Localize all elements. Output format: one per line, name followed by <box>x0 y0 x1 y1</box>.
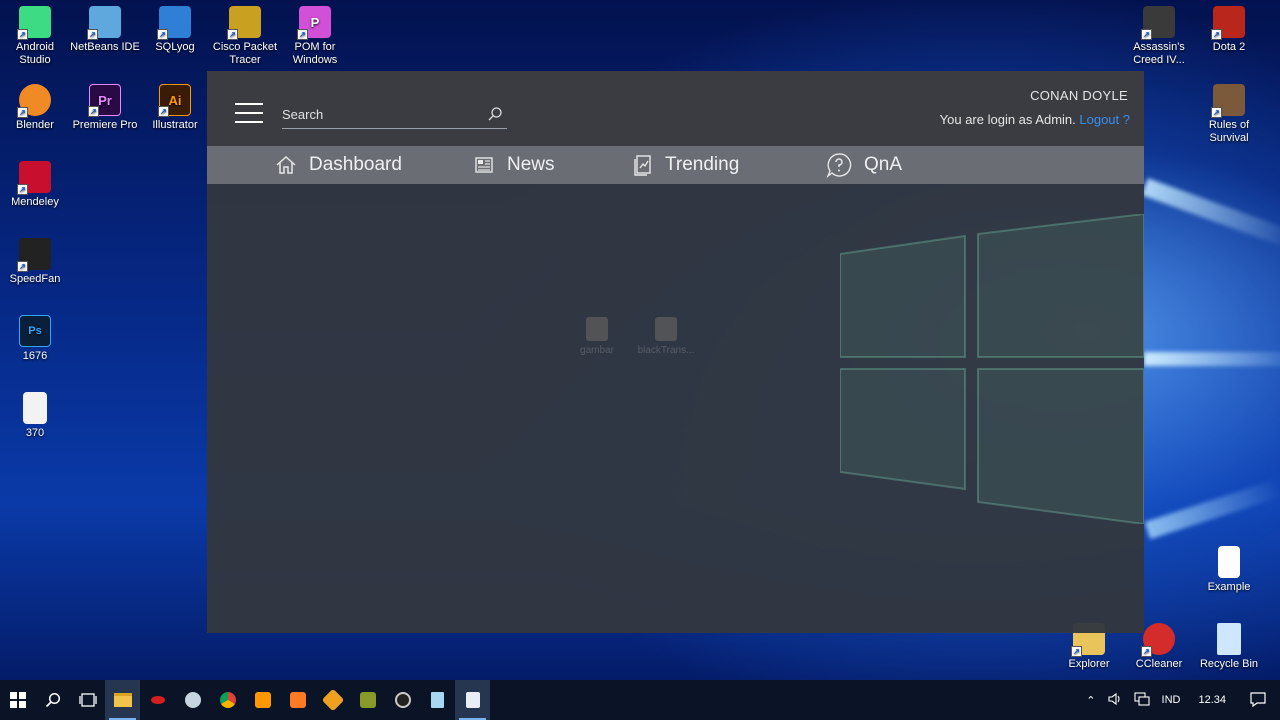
nav-dashboard-label: Dashboard <box>309 154 402 175</box>
app-header: CONAN DOYLE You are login as Admin. Logo… <box>207 71 1144 146</box>
xampp-icon[interactable] <box>280 680 315 720</box>
desktop-icon-android-studio[interactable]: ↗ Android Studio <box>0 6 70 67</box>
notepad-icon[interactable] <box>420 680 455 720</box>
desktop-icon-blender[interactable]: ↗ Blender <box>0 84 70 132</box>
start-icon[interactable] <box>0 680 35 720</box>
ghost-desktop-item: blackTrans... <box>636 317 696 356</box>
text-file-icon <box>1218 546 1240 578</box>
hamburger-menu-icon[interactable] <box>235 103 263 125</box>
dota2-icon: ↗ <box>1211 6 1245 40</box>
msi-icon[interactable] <box>140 680 175 720</box>
app-window: CONAN DOYLE You are login as Admin. Logo… <box>207 71 1144 633</box>
desktop-icon-example[interactable]: Example <box>1194 546 1264 594</box>
mendeley-icon: ↗ <box>17 161 51 195</box>
desktop-icon-dota2[interactable]: ↗ Dota 2 <box>1194 6 1264 54</box>
taskbar: ⌃ IND 12.34 <box>0 680 1280 720</box>
desktop-icon-sqlyog[interactable]: ↗ SQLyog <box>140 6 210 54</box>
chevron-up-icon[interactable]: ⌃ <box>1086 694 1095 707</box>
sublime-icon[interactable] <box>245 680 280 720</box>
desktop-icon-eps-file[interactable]: 370 <box>0 392 70 440</box>
user-name: CONAN DOYLE <box>1030 88 1128 103</box>
task-view-icon[interactable] <box>70 680 105 720</box>
newspaper-icon <box>475 157 493 173</box>
language-indicator[interactable]: IND <box>1162 694 1181 706</box>
windows-logo-watermark <box>840 214 1144 524</box>
speedfan-icon: ↗ <box>17 238 51 272</box>
desktop-icon-netbeans[interactable]: ↗ NetBeans IDE <box>70 6 140 54</box>
nav-news[interactable]: News <box>473 146 555 184</box>
nav-qna-label: QnA <box>864 154 903 175</box>
desktop-icon-rules-of-survival[interactable]: ↗ Rules of Survival <box>1194 84 1264 145</box>
search-input[interactable] <box>282 101 472 127</box>
android-studio-icon: ↗ <box>17 6 51 40</box>
trending-icon <box>634 155 651 176</box>
desktop-icon-speedfan[interactable]: ↗ SpeedFan <box>0 238 70 286</box>
system-tray: ⌃ IND 12.34 <box>1080 680 1280 720</box>
search-icon[interactable] <box>487 106 503 122</box>
desktop-icon-pom[interactable]: P ↗ POM for Windows <box>280 6 350 67</box>
login-status: You are login as Admin. Logout ? <box>940 112 1130 127</box>
nav-trending[interactable]: Trending <box>633 146 739 184</box>
login-text: You are login as Admin. <box>939 112 1076 127</box>
sqlyog-icon: ↗ <box>157 6 191 40</box>
desktop-icon-cisco-packet-tracer[interactable]: ↗ Cisco Packet Tracer <box>210 6 280 67</box>
chrome-icon[interactable] <box>210 680 245 720</box>
wallpaper-light-beam <box>1144 352 1280 366</box>
action-center-icon[interactable] <box>1250 691 1266 710</box>
recycle-bin-icon <box>1217 623 1241 655</box>
question-icon <box>826 153 852 178</box>
steam-icon[interactable] <box>175 680 210 720</box>
app-icon[interactable] <box>315 680 350 720</box>
premiere-pro-icon: Pr ↗ <box>88 84 121 117</box>
file-explorer-icon[interactable] <box>105 680 140 720</box>
assassins-creed-icon: ↗ <box>1141 6 1175 40</box>
main-content: gambar blackTrans... <box>207 184 1144 633</box>
network-icon[interactable] <box>1133 691 1150 709</box>
rules-of-survival-icon: ↗ <box>1211 84 1245 118</box>
illustrator-icon: Ai ↗ <box>158 84 191 117</box>
clock[interactable]: 12.34 <box>1198 694 1226 706</box>
ghost-desktop-item: gambar <box>567 317 627 356</box>
eps-file-icon <box>23 392 47 424</box>
java-icon[interactable] <box>455 680 490 720</box>
nav-bar: Dashboard News Trending QnA <box>207 146 1144 184</box>
desktop-icon-mendeley[interactable]: ↗ Mendeley <box>0 161 70 209</box>
wallpaper-light-beam <box>1141 178 1280 250</box>
wallpaper-light-beam <box>1144 478 1280 540</box>
nav-news-label: News <box>507 154 555 175</box>
netbeans-icon: ↗ <box>87 6 121 40</box>
obs-icon[interactable] <box>385 680 420 720</box>
ccleaner-icon: ↗ <box>1141 623 1175 657</box>
nav-qna[interactable]: QnA <box>826 146 902 184</box>
desktop-icon-assassins-creed[interactable]: ↗ Assassin's Creed IV... <box>1124 6 1194 67</box>
cisco-packet-tracer-icon: ↗ <box>227 6 261 40</box>
desktop-icon-photoshop-file[interactable]: Ps 1676 <box>0 315 70 363</box>
nav-trending-label: Trending <box>665 154 740 175</box>
desktop-icon-premiere-pro[interactable]: Pr ↗ Premiere Pro <box>70 84 140 132</box>
app2-icon[interactable] <box>350 680 385 720</box>
search-box <box>282 101 507 129</box>
desktop-icon-recycle-bin[interactable]: Recycle Bin <box>1194 623 1264 671</box>
nav-dashboard[interactable]: Dashboard <box>275 146 402 184</box>
desktop-icon-illustrator[interactable]: Ai ↗ Illustrator <box>140 84 210 132</box>
search-icon[interactable] <box>35 680 70 720</box>
pom-icon: P ↗ <box>297 6 331 40</box>
photoshop-file-icon: Ps <box>19 315 51 347</box>
volume-icon[interactable] <box>1107 692 1122 709</box>
logout-link[interactable]: Logout ? <box>1079 112 1130 127</box>
home-icon <box>276 155 296 174</box>
blender-icon: ↗ <box>17 84 51 118</box>
